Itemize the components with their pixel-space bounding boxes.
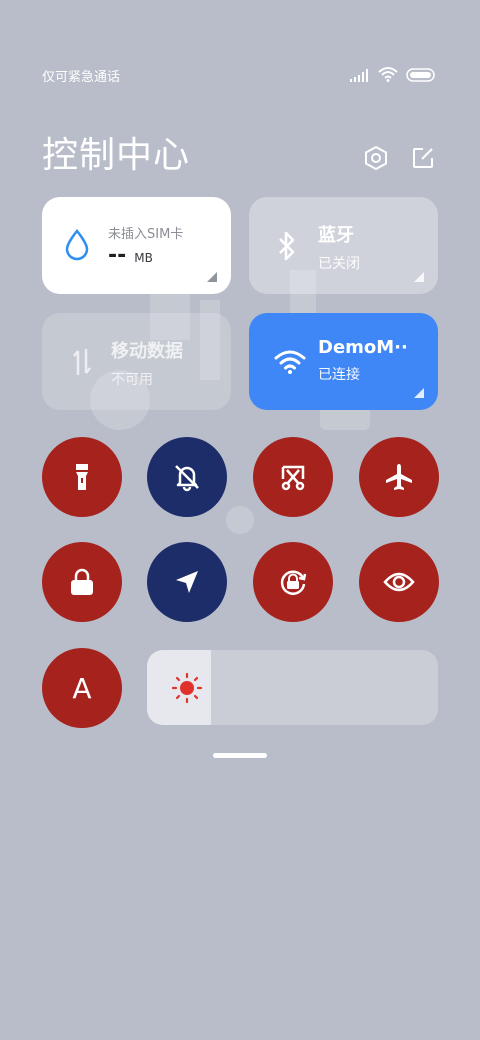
airplane-mode-toggle[interactable]: [359, 437, 439, 517]
sun-icon: [171, 672, 203, 708]
mobile-data-icon: [72, 347, 92, 381]
eye-comfort-toggle[interactable]: [359, 542, 439, 622]
wifi-status: 已连接: [318, 367, 360, 383]
lock-screen-toggle[interactable]: [42, 542, 122, 622]
data-usage-card[interactable]: 未插入SIM卡 -- MB: [42, 197, 231, 294]
flashlight-toggle[interactable]: [42, 437, 122, 517]
expand-corner-icon: [414, 388, 424, 398]
edit-button[interactable]: [409, 144, 437, 172]
expand-corner-icon: [414, 272, 424, 282]
rotation-lock-toggle[interactable]: [253, 542, 333, 622]
wallpaper-illustration: [90, 270, 370, 534]
lock-icon: [71, 568, 93, 595]
wifi-icon: [274, 349, 306, 379]
status-carrier-text: 仅可紧急通话: [42, 70, 121, 85]
eye-comfort-icon: [383, 572, 415, 592]
flashlight-icon: [76, 464, 88, 490]
brightness-slider[interactable]: [147, 650, 438, 725]
signal-icon: [350, 67, 370, 86]
wifi-status-icon: [378, 66, 398, 86]
location-toggle[interactable]: [147, 542, 227, 622]
page-title: 控制中心: [42, 135, 191, 176]
expand-corner-icon: [207, 272, 217, 282]
airplane-icon: [386, 464, 412, 490]
battery-icon: [406, 67, 436, 86]
bluetooth-icon: [276, 231, 298, 265]
screenshot-icon: [281, 465, 305, 491]
rotation-lock-icon: [280, 570, 307, 595]
wifi-card[interactable]: DemoM·· 已连接: [249, 313, 438, 410]
settings-button[interactable]: [362, 144, 390, 172]
mobile-data-card[interactable]: 移动数据 不可用: [42, 313, 231, 410]
water-drop-icon: [64, 229, 90, 265]
screenshot-toggle[interactable]: [253, 437, 333, 517]
mute-toggle[interactable]: [147, 437, 227, 517]
data-usage-value: --: [108, 243, 127, 268]
edit-icon: [413, 148, 433, 168]
home-indicator[interactable]: [213, 753, 267, 758]
location-icon: [176, 571, 198, 593]
data-usage-unit: MB: [134, 251, 153, 265]
mute-bell-icon: [175, 465, 199, 492]
auto-brightness-toggle[interactable]: A: [42, 648, 122, 728]
bluetooth-label: 蓝牙: [318, 225, 354, 246]
bluetooth-status: 已关闭: [318, 256, 360, 272]
mobile-data-label: 移动数据: [111, 341, 183, 362]
data-usage-label: 未插入SIM卡: [108, 227, 184, 242]
settings-icon: [365, 145, 387, 171]
auto-brightness-icon: A: [72, 671, 92, 705]
bluetooth-card[interactable]: 蓝牙 已关闭: [249, 197, 438, 294]
status-icons: [350, 66, 436, 86]
mobile-data-status: 不可用: [111, 372, 153, 388]
wifi-network-name: DemoM··: [318, 337, 408, 358]
